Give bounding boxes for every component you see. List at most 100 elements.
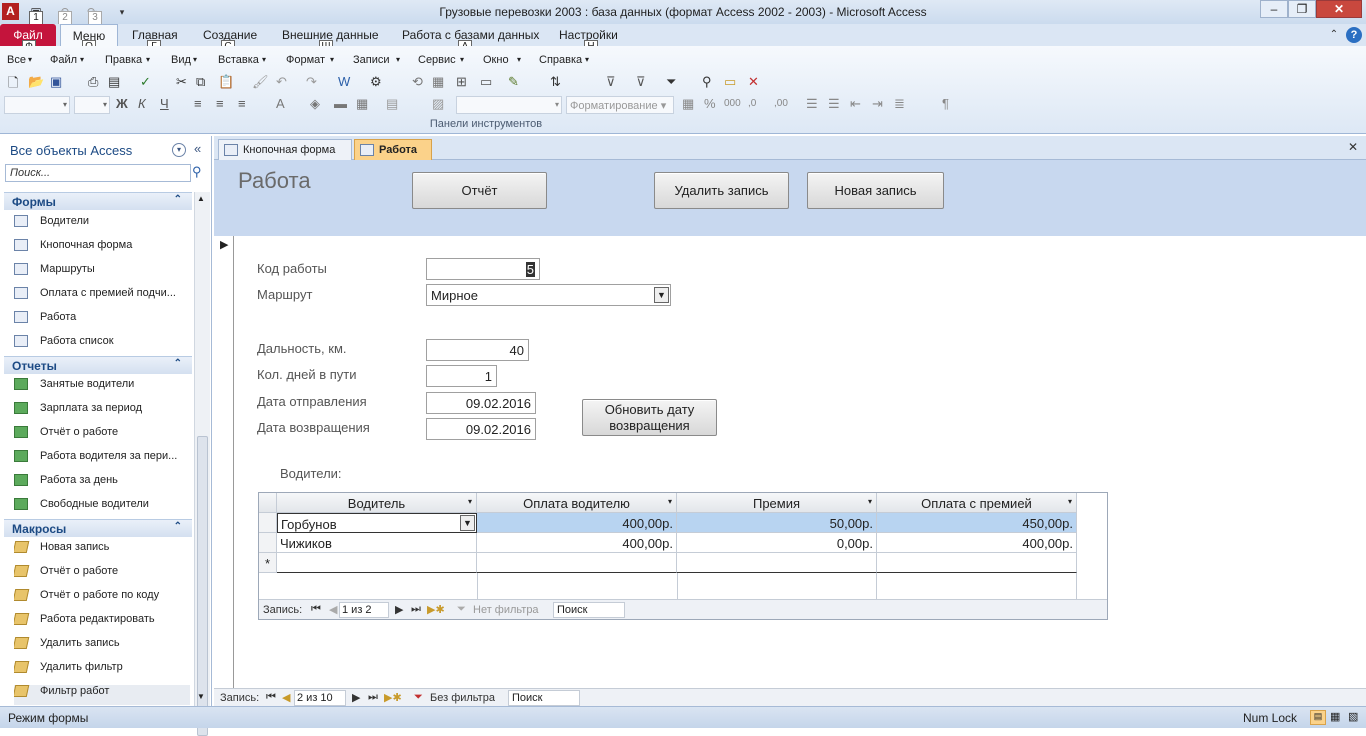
code-field[interactable]: 5 bbox=[426, 258, 540, 280]
dropdown-arrow-icon[interactable]: ▼ bbox=[460, 515, 475, 531]
spelling-icon[interactable]: ✓ bbox=[140, 74, 151, 90]
new-record-nav-icon[interactable]: ▶✱ bbox=[427, 603, 445, 616]
align-center-icon[interactable]: ≡ bbox=[216, 96, 224, 111]
decrease-decimal-icon[interactable]: ,00 bbox=[774, 98, 788, 109]
nav-item-report[interactable]: Зарплата за период bbox=[14, 402, 190, 422]
driver-combo-cell[interactable]: Горбунов ▼ bbox=[277, 513, 477, 533]
return-date-field[interactable]: 09.02.2016 bbox=[426, 418, 536, 440]
chevron-down-icon[interactable]: ▾ bbox=[868, 497, 872, 506]
special-effect-icon[interactable]: ▨ bbox=[432, 96, 444, 112]
table-cell[interactable] bbox=[277, 553, 477, 573]
dropdown-arrow-icon[interactable]: ▼ bbox=[654, 287, 669, 303]
filter-status[interactable]: Нет фильтра bbox=[473, 604, 539, 616]
menu-all[interactable]: Все bbox=[7, 54, 26, 66]
menu-insert[interactable]: Вставка bbox=[218, 54, 259, 66]
table-cell[interactable]: 450,00р. bbox=[877, 513, 1077, 533]
bold-icon[interactable]: Ж bbox=[116, 96, 128, 111]
nav-item-macro[interactable]: Отчёт о работе bbox=[14, 565, 190, 585]
column-header-driver-pay[interactable]: Оплата водителю ▾ bbox=[477, 493, 677, 513]
table-cell[interactable]: Чижиков bbox=[277, 533, 477, 553]
prev-record-icon[interactable]: ◀ bbox=[329, 603, 337, 616]
tab-work-form[interactable]: Работа bbox=[354, 139, 432, 160]
font-color-icon[interactable]: A bbox=[276, 96, 285, 111]
nav-item-macro[interactable]: Отчёт о работе по коду bbox=[14, 589, 190, 609]
object-select[interactable]: ▾ bbox=[456, 96, 562, 114]
nav-item-macro[interactable]: Новая запись bbox=[14, 541, 190, 561]
nav-group-macros[interactable]: Макросы ⌃ bbox=[4, 519, 192, 537]
table-cell[interactable]: 400,00р. bbox=[877, 533, 1077, 553]
close-document-icon[interactable]: ✕ bbox=[1348, 140, 1358, 154]
nav-item-macro[interactable]: Работа редактировать bbox=[14, 613, 190, 633]
underline-icon[interactable]: Ч bbox=[160, 96, 169, 111]
scroll-thumb[interactable] bbox=[197, 436, 208, 736]
record-selector[interactable]: ▶ bbox=[214, 236, 234, 688]
customize-qat-icon[interactable]: ▾ bbox=[114, 4, 130, 20]
subform-search-input[interactable]: Поиск bbox=[553, 602, 625, 618]
fill-color-icon[interactable]: ◈ bbox=[310, 96, 320, 112]
table-cell[interactable]: 50,00р. bbox=[677, 513, 877, 533]
analyze-icon[interactable]: ⚙ bbox=[370, 74, 382, 90]
properties-icon[interactable]: ▦ bbox=[432, 74, 444, 90]
relationships-icon[interactable]: ⊞ bbox=[456, 74, 467, 90]
last-record-icon[interactable]: ⏭ bbox=[368, 691, 378, 704]
delete-record-icon[interactable]: ✕ bbox=[748, 74, 759, 90]
row-selector[interactable] bbox=[259, 513, 277, 533]
decrease-indent-icon[interactable]: ⇤ bbox=[850, 96, 861, 112]
find-icon[interactable]: ⚲ bbox=[702, 74, 712, 90]
first-record-icon[interactable]: ⏮ bbox=[266, 691, 276, 704]
font-name-select[interactable]: ▾ bbox=[4, 96, 70, 114]
menu-help[interactable]: Справка bbox=[539, 54, 582, 66]
thousands-icon[interactable]: 000 bbox=[724, 98, 741, 109]
nav-item-form[interactable]: Работа bbox=[14, 311, 190, 331]
row-selector[interactable] bbox=[259, 533, 277, 553]
nav-group-reports[interactable]: Отчеты ⌃ bbox=[4, 356, 192, 374]
prev-record-icon[interactable]: ◀ bbox=[282, 691, 290, 704]
save-icon[interactable]: ▣ bbox=[50, 74, 62, 90]
restore-button[interactable]: ❐ bbox=[1288, 0, 1316, 18]
tab-switchboard-form[interactable]: Кнопочная форма bbox=[218, 139, 352, 160]
menu-window[interactable]: Окно bbox=[483, 54, 509, 66]
nav-item-report[interactable]: Отчёт о работе bbox=[14, 426, 190, 446]
nav-item-form[interactable]: Оплата с премией подчи... bbox=[14, 287, 190, 307]
filter-icon[interactable]: ⏷ bbox=[666, 74, 676, 90]
format-painter-icon[interactable]: 🖌 bbox=[252, 74, 269, 90]
next-record-icon[interactable]: ▶ bbox=[352, 691, 360, 704]
chevron-down-icon[interactable]: ▾ bbox=[668, 497, 672, 506]
align-left-icon[interactable]: ≡ bbox=[194, 96, 202, 111]
nav-item-report[interactable]: Работа водителя за пери... bbox=[14, 450, 190, 470]
text-direction-icon[interactable]: ≣ bbox=[894, 96, 905, 112]
undo-icon[interactable]: ↶ bbox=[276, 74, 287, 90]
nav-item-form[interactable]: Работа список bbox=[14, 335, 190, 355]
days-field[interactable]: 1 bbox=[426, 365, 497, 387]
menu-format[interactable]: Формат bbox=[286, 54, 325, 66]
nav-menu-chevron-icon[interactable]: ▾ bbox=[172, 143, 186, 157]
datasheet-view-icon[interactable]: ▦ bbox=[1330, 710, 1340, 723]
record-position-input[interactable]: 1 из 2 bbox=[339, 602, 389, 618]
search-icon[interactable]: ⚲ bbox=[192, 164, 202, 180]
nav-search-input[interactable]: Поиск... bbox=[5, 164, 191, 182]
nav-item-form[interactable]: Кнопочная форма bbox=[14, 239, 190, 259]
new-file-icon[interactable]: 🗋 bbox=[8, 74, 18, 96]
report-button[interactable]: Отчёт bbox=[412, 172, 547, 209]
menu-file[interactable]: Файл bbox=[50, 54, 77, 66]
nav-item-macro[interactable]: Удалить фильтр bbox=[14, 661, 190, 681]
delete-record-button[interactable]: Удалить запись bbox=[654, 172, 789, 209]
nav-item-macro[interactable]: Фильтр работ bbox=[14, 685, 190, 705]
record-position-input[interactable]: 2 из 10 bbox=[294, 690, 346, 706]
code-icon[interactable]: ⟲ bbox=[412, 74, 423, 90]
filter-selection-icon[interactable]: ⊽ bbox=[606, 74, 616, 90]
line-color-icon[interactable]: ▬ bbox=[334, 96, 347, 111]
filter-form-icon[interactable]: ⊽ bbox=[636, 74, 646, 90]
table-cell[interactable] bbox=[677, 553, 877, 573]
nav-item-report[interactable]: Свободные водители bbox=[14, 498, 190, 518]
italic-icon[interactable]: К bbox=[138, 96, 146, 111]
cut-icon[interactable]: ✂ bbox=[176, 74, 187, 90]
chevron-down-icon[interactable]: ▾ bbox=[1068, 497, 1072, 506]
new-record-button[interactable]: Новая запись bbox=[807, 172, 944, 209]
nav-item-report[interactable]: Работа за день bbox=[14, 474, 190, 494]
font-size-select[interactable]: ▾ bbox=[74, 96, 110, 114]
ribbon-minimize-icon[interactable]: ⌃ bbox=[1326, 27, 1342, 43]
new-record-icon[interactable]: ▭ bbox=[724, 74, 736, 90]
table-cell[interactable]: 400,00р. bbox=[477, 533, 677, 553]
new-row-selector[interactable]: * bbox=[259, 553, 277, 573]
